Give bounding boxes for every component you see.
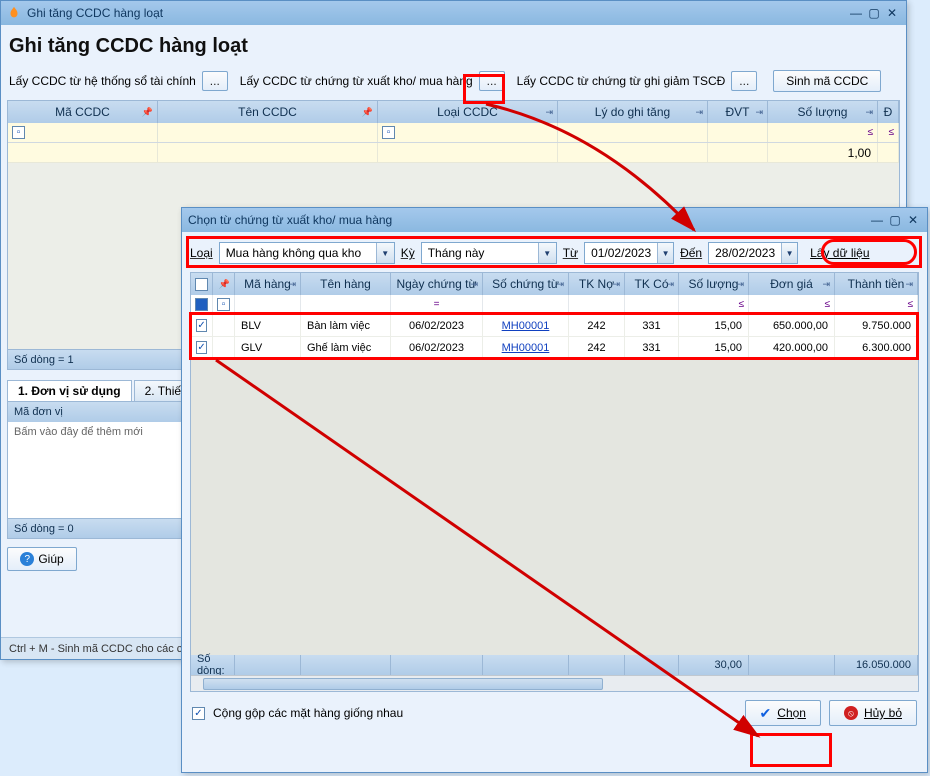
date-from[interactable]: 01/02/2023 ▼ [584,242,674,264]
cell-price: 650.000,00 [749,315,835,336]
cell-price: 420.000,00 [749,337,835,358]
pin-icon[interactable]: ⇥ [865,107,873,118]
btn-src-finance[interactable]: ... [202,71,228,91]
chevron-down-icon[interactable]: ▼ [657,243,673,263]
filter-box[interactable]: ▫ [12,126,25,139]
select-button[interactable]: ✔ Chọn [745,700,821,726]
chevron-down-icon[interactable]: ▼ [376,243,394,263]
cell-date: 06/02/2023 [391,337,483,358]
dialog-filter-bar: Loại Mua hàng không qua kho ▼ Kỳ Tháng n… [182,232,927,272]
tab-units[interactable]: 1. Đơn vị sử dụng [7,380,132,401]
combo-period[interactable]: Tháng này ▼ [421,242,557,264]
dialog-title: Chọn từ chứng từ xuất kho/ mua hàng [188,213,867,227]
cell-cr: 331 [625,315,679,336]
table-row[interactable]: ✓ BLVBàn làm việc06/02/2023MH000012423311… [191,315,918,337]
dialog-select-voucher: Chọn từ chứng từ xuất kho/ mua hàng — ▢ … [181,207,928,773]
combo-type[interactable]: Mua hàng không qua kho ▼ [219,242,395,264]
filter-box[interactable]: ▫ [217,298,230,311]
chevron-down-icon[interactable]: ▼ [781,243,797,263]
main-grid-filter[interactable]: ▫ ▫ ≤ ≤ [8,123,899,143]
col-qty: Số lượng⇥ [768,101,878,123]
label-src-stock: Lấy CCDC từ chứng từ xuất kho/ mua hàng [240,74,473,88]
pin-icon[interactable]: ⇥ [695,107,703,118]
dialog-titlebar[interactable]: Chọn từ chứng từ xuất kho/ mua hàng — ▢ … [182,208,927,232]
maximize-icon[interactable]: ▢ [887,213,903,227]
filter-box[interactable]: ▫ [382,126,395,139]
minimize-icon[interactable]: — [869,213,885,227]
cell-code: GLV [235,337,301,358]
col-reason: Lý do ghi tăng⇥ [558,101,708,123]
label-from: Từ [563,246,578,260]
dialog-grid-filter[interactable]: ▫ = ≤ ≤ ≤ [191,295,918,315]
maximize-icon[interactable]: ▢ [866,6,882,20]
dialog-footer: ✓ Cộng gộp các mặt hàng giống nhau ✔ Chọ… [182,692,927,734]
cancel-button[interactable]: ⦸ Hủy bỏ [829,700,917,726]
close-icon[interactable]: ✕ [884,6,900,20]
cell-name: Bàn làm việc [301,315,391,336]
h-scrollbar[interactable] [191,675,918,691]
pin-icon[interactable]: 📌 [219,279,230,290]
label-period: Kỳ [401,246,415,260]
btn-gen-code[interactable]: Sinh mã CCDC [773,70,881,92]
chevron-down-icon[interactable]: ▼ [538,243,556,263]
app-icon [7,6,21,20]
date-to[interactable]: 28/02/2023 ▼ [708,242,798,264]
cell-code: BLV [235,315,301,336]
label-src-asset: Lấy CCDC từ chứng từ ghi giảm TSCĐ [517,74,726,88]
filter-box[interactable] [195,298,208,311]
col-name: Tên CCDC📌 [158,101,378,123]
col-unit: ĐVT⇥ [708,101,768,123]
cell-cr: 331 [625,337,679,358]
pin-icon[interactable]: 📌 [142,107,153,118]
main-toolbar: Lấy CCDC từ hệ thống sổ tài chính ... Lấ… [1,70,906,100]
btn-src-asset[interactable]: ... [731,71,757,91]
cell-qty[interactable]: 1,00 [768,143,878,162]
help-button[interactable]: ? Giúp [7,547,77,571]
le-icon: ≤ [868,127,874,138]
cell-dr: 242 [569,315,625,336]
label-to: Đến [680,246,702,260]
label-merge: Cộng gộp các mặt hàng giống nhau [213,706,403,720]
main-grid-header: Mã CCDC📌 Tên CCDC📌 Loại CCDC⇥ Lý do ghi … [8,101,899,123]
row-checkbox[interactable]: ✓ [196,319,206,332]
pin-icon[interactable]: 📌 [362,107,373,118]
checkbox-merge[interactable]: ✓ [192,707,205,720]
cell-name: Ghế làm việc [301,337,391,358]
main-title: Ghi tăng CCDC hàng loạt [27,6,846,20]
cell-date: 06/02/2023 [391,315,483,336]
cell-qty: 15,00 [679,337,749,358]
btn-src-stock[interactable]: ... [479,71,505,91]
checkbox-all[interactable] [195,278,208,291]
dialog-grid-footer: Số dòng: 30,00 16.050.000 [191,655,918,675]
dialog-grid-body[interactable]: ✓ BLVBàn làm việc06/02/2023MH000012423311… [191,315,918,655]
col-more: Đ [878,101,899,123]
cell-voucher[interactable]: MH00001 [483,337,569,358]
cancel-icon: ⦸ [844,706,858,720]
table-row[interactable]: 1,00 [8,143,899,163]
label-src-finance: Lấy CCDC từ hệ thống sổ tài chính [9,74,196,88]
dialog-grid[interactable]: 📌 Mã hàng⇥ Tên hàng Ngày chứng từ⇥ Số ch… [190,272,919,692]
label-type: Loại [190,246,213,260]
table-row[interactable]: ✓ GLVGhế làm việc06/02/2023MH000012423311… [191,337,918,359]
cell-amount: 6.300.000 [835,337,918,358]
help-icon: ? [20,552,34,566]
col-code: Mã CCDC📌 [8,101,158,123]
check-icon: ✔ [760,705,772,722]
cell-amount: 9.750.000 [835,315,918,336]
row-checkbox[interactable]: ✓ [196,341,206,354]
col-type: Loại CCDC⇥ [378,101,558,123]
main-titlebar[interactable]: Ghi tăng CCDC hàng loạt — ▢ ✕ [1,1,906,25]
cell-qty: 15,00 [679,315,749,336]
dialog-grid-header: 📌 Mã hàng⇥ Tên hàng Ngày chứng từ⇥ Số ch… [191,273,918,295]
cell-voucher[interactable]: MH00001 [483,315,569,336]
minimize-icon[interactable]: — [848,6,864,20]
btn-fetch-data[interactable]: Lấy dữ liệu [804,246,875,260]
pin-icon[interactable]: ⇥ [545,107,553,118]
cell-dr: 242 [569,337,625,358]
pin-icon[interactable]: ⇥ [755,107,763,118]
close-icon[interactable]: ✕ [905,213,921,227]
page-title: Ghi tăng CCDC hàng loạt [1,25,906,70]
